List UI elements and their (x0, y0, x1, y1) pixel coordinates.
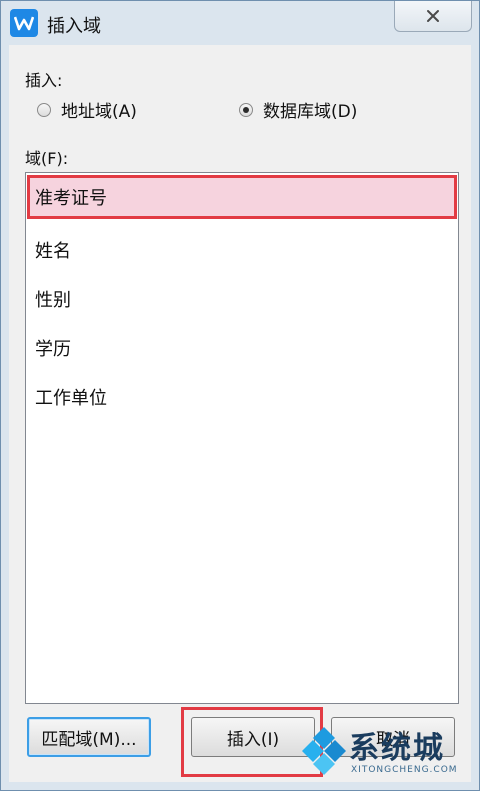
insert-field-dialog: 插入域 插入: 地址域(A) 数据库域(D) 域(F): 准考证号 姓名 性别 … (0, 0, 480, 791)
radio-database-label: 数据库域(D) (263, 102, 358, 122)
close-icon (427, 10, 439, 22)
radio-checked-icon (239, 102, 253, 117)
wps-logo-icon (10, 9, 38, 37)
close-button[interactable] (394, 1, 472, 32)
match-fields-label: 匹配域(M)... (41, 729, 137, 750)
list-item-label: 工作单位 (35, 388, 107, 409)
radio-address-label: 地址域(A) (61, 102, 137, 122)
title-bar: 插入域 (1, 1, 479, 45)
list-item-label: 姓名 (35, 241, 71, 262)
list-item-label: 性别 (35, 290, 71, 311)
window-title: 插入域 (47, 16, 101, 37)
fields-label: 域(F): (25, 149, 69, 168)
list-item[interactable]: 学历 (27, 326, 457, 370)
watermark-subtext: XITONGCHENG.COM (351, 765, 458, 775)
list-item-label: 准考证号 (35, 188, 107, 209)
list-item[interactable]: 姓名 (27, 228, 457, 272)
list-item-label: 学历 (35, 339, 71, 360)
radio-database-field[interactable]: 数据库域(D) (239, 97, 357, 122)
list-item[interactable]: 准考证号 (27, 175, 457, 219)
match-fields-button[interactable]: 匹配域(M)... (27, 717, 151, 757)
list-item[interactable]: 工作单位 (27, 375, 457, 419)
list-item[interactable]: 性别 (27, 277, 457, 321)
radio-address-field[interactable]: 地址域(A) (37, 97, 137, 122)
watermark-logo-icon (302, 727, 346, 775)
watermark-text: 系统城 (349, 731, 445, 766)
radio-unchecked-icon (37, 102, 51, 117)
fields-listbox[interactable]: 准考证号 姓名 性别 学历 工作单位 (25, 172, 459, 704)
watermark: 系统城 XITONGCHENG.COM (301, 719, 479, 783)
insert-group-label: 插入: (25, 71, 63, 90)
